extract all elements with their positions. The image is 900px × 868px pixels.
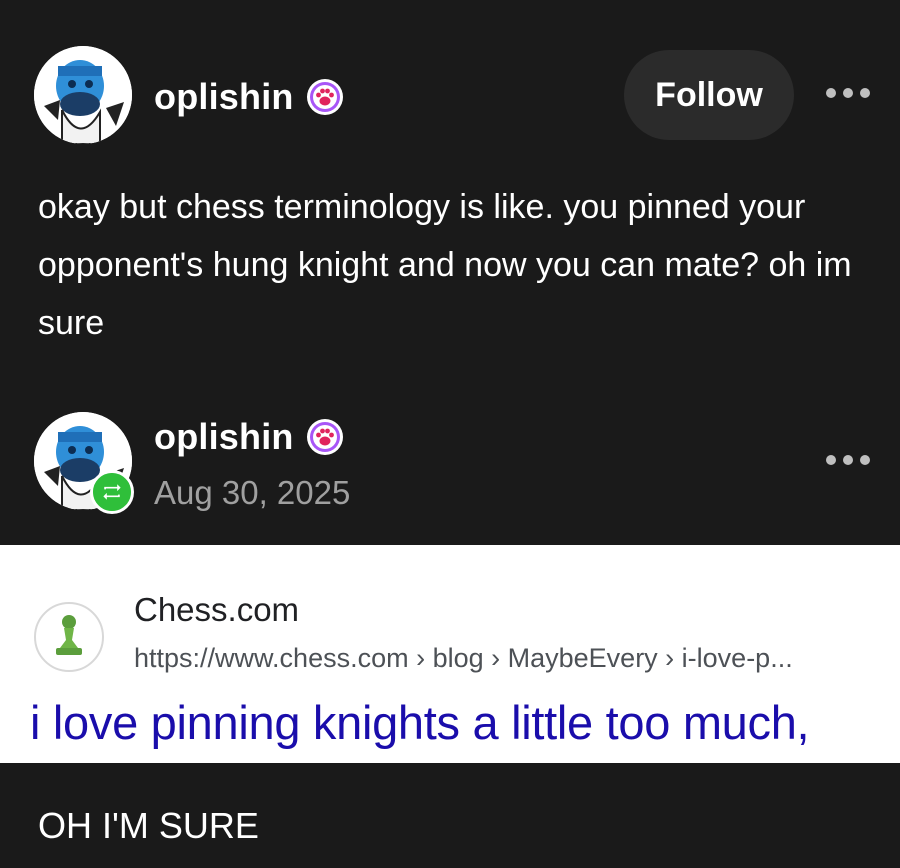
paw-badge-icon <box>307 419 343 455</box>
post-container: oplishin Follow okay but chess terminolo… <box>0 0 900 545</box>
site-url[interactable]: https://www.chess.com › blog › MaybeEver… <box>134 643 793 674</box>
result-title-link[interactable]: i love pinning knights a little too much… <box>30 695 810 750</box>
caption-container: OH I'M SURE <box>0 763 900 868</box>
more-options-icon[interactable] <box>826 450 870 470</box>
search-result-screenshot: Chess.com https://www.chess.com › blog ›… <box>0 545 900 763</box>
caption-text: OH I'M SURE <box>38 805 259 846</box>
post-author[interactable]: oplishin <box>154 76 294 118</box>
chess-pawn-icon <box>34 602 104 672</box>
follow-button[interactable]: Follow <box>624 50 794 140</box>
reblog-icon <box>90 470 134 514</box>
avatar-image <box>34 46 132 144</box>
site-name: Chess.com <box>134 591 300 628</box>
paw-badge-icon <box>307 79 343 115</box>
avatar[interactable] <box>34 46 132 144</box>
more-options-icon[interactable] <box>826 83 870 103</box>
post-text: okay but chess terminology is like. you … <box>38 188 852 342</box>
reblog-date: Aug 30, 2025 <box>154 474 351 511</box>
reblog-author[interactable]: oplishin <box>154 416 294 458</box>
